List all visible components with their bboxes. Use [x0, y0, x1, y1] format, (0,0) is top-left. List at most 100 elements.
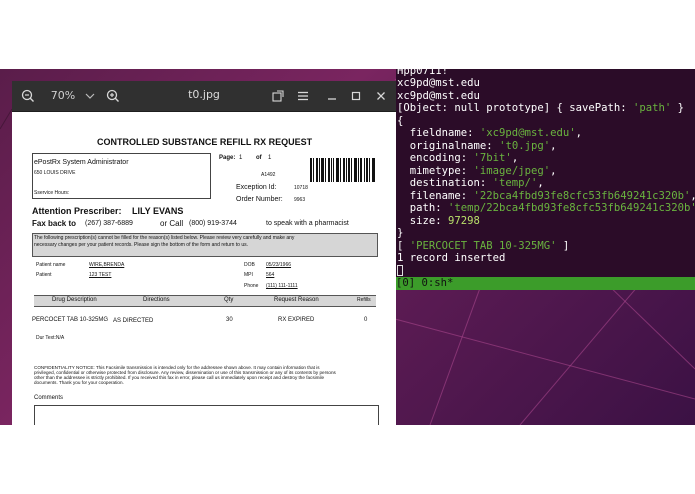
terminal-line: 1 record inserted [397, 252, 506, 264]
call-label: or Call [160, 219, 184, 228]
sender-hours: Sservice Hours: [34, 190, 70, 196]
terminal-line: } [397, 227, 404, 239]
chevron-down-icon [85, 93, 95, 99]
mpi-value: 564 [266, 272, 275, 278]
terminal-string: '7bit' [473, 152, 512, 164]
terminal-key: path: [397, 202, 449, 214]
hamburger-menu-icon [298, 91, 308, 101]
zoom-level[interactable]: 70% [48, 86, 78, 106]
terminal-text: [Object: null prototype] { savePath: [397, 102, 633, 114]
rotate-button[interactable] [270, 86, 286, 106]
prescriber-name: LILY EVANS [132, 206, 184, 216]
col-qty: Qty [224, 297, 234, 303]
minimize-icon [328, 98, 336, 100]
close-button[interactable] [373, 86, 389, 106]
col-request-reason: Request Reason [274, 297, 319, 303]
zoom-dropdown-button[interactable] [82, 86, 98, 106]
order-label: Order Number: [236, 196, 283, 203]
patient-label: Patient [36, 272, 52, 278]
terminal-line: size: 97298 [397, 215, 480, 227]
fax-number: (267) 387-6889 [85, 220, 133, 227]
rotate-icon [272, 90, 284, 102]
dob-value: 05/23/1966 [266, 262, 292, 268]
terminal-string: 't0.jpg' [499, 140, 551, 152]
menu-button[interactable] [295, 86, 311, 106]
zoom-out-icon [21, 89, 34, 102]
image-canvas[interactable]: CONTROLLED SUBSTANCE REFILL RX REQUEST e… [12, 112, 396, 425]
terminal-line: [ 'PERCOCET TAB 10-325MG' ] [397, 240, 569, 252]
page-total: 1 [268, 155, 272, 161]
col-refills: Refills [357, 297, 371, 303]
row-reason: RX EXPIRED [278, 317, 315, 323]
exception-id: 10718 [294, 185, 308, 191]
comments-label: Comments [34, 395, 64, 401]
terminal-line: path: 'temp/22bca4fbd93fe8cfc53fb649241c… [397, 202, 695, 214]
terminal-text: , [575, 127, 582, 139]
terminal-line: xc9pd@mst.edu [397, 90, 480, 102]
row-directions: AS DIRECTED [113, 318, 154, 324]
notice-line-1: The following prescription(s) cannot be … [34, 235, 295, 241]
page-number: 1 [239, 155, 243, 161]
terminal-cursor [397, 265, 403, 276]
col-drug-description: Drug Description [52, 297, 97, 303]
terminal-key: destination: [397, 177, 493, 189]
terminal-key: size: [397, 215, 449, 227]
exception-label: Exception Id: [236, 184, 277, 191]
tmux-status-bar[interactable]: [0] 0:sh* [396, 277, 695, 290]
close-icon [377, 92, 385, 100]
terminal-text: , [537, 177, 544, 189]
terminal-text: , [550, 165, 557, 177]
zoom-out-button[interactable] [20, 86, 36, 106]
screen: 70% t0.jpg CONTROLLED SUBSTANCE REFILL R… [0, 69, 695, 425]
speak-text: to speak with a pharmacist [266, 220, 349, 227]
terminal-string: 'xc9pd@mst.edu' [479, 127, 576, 139]
dur-text: Dur Text:N/A [36, 335, 65, 341]
order-number: 9963 [294, 197, 306, 203]
image-viewer-window: 70% t0.jpg CONTROLLED SUBSTANCE REFILL R… [12, 81, 396, 425]
comments-box [34, 405, 379, 425]
mpi-label: MPI [244, 272, 253, 278]
terminal-string: 'PERCOCET TAB 10-325MG' [409, 240, 557, 252]
patient-value: 123 TEST [89, 272, 112, 278]
maximize-icon [351, 91, 361, 101]
terminal-text: , [511, 152, 519, 164]
terminal-string: 'image/jpeg' [473, 165, 551, 177]
terminal-text: ] [556, 240, 570, 252]
row-refills: 0 [364, 317, 368, 323]
zoom-in-icon [106, 89, 119, 102]
viewer-headerbar: 70% t0.jpg [12, 81, 396, 112]
confidentiality-line-4: documents. Thank you for your cooperatio… [34, 380, 124, 385]
terminal-text: , [690, 190, 695, 202]
window-title: t0.jpg [188, 88, 220, 101]
maximize-button[interactable] [348, 86, 364, 106]
dob-label: DOB [244, 262, 255, 268]
zoom-in-button[interactable] [105, 86, 121, 106]
patient-name-label: Patient name [36, 262, 66, 268]
page-label: Page: [219, 155, 236, 161]
terminal-string: 'temp/22bca4fbd93fe8cfc53fb649241c320b' [448, 202, 695, 214]
terminal-line: encoding: '7bit', [397, 152, 518, 164]
minimize-button[interactable] [324, 86, 340, 106]
terminal-key: fieldname: [397, 127, 480, 139]
row-qty: 30 [226, 317, 233, 323]
sender-name: ePostRx System Administrator [34, 159, 129, 166]
of-label: of [256, 155, 262, 161]
form-code: A1492 [261, 172, 276, 178]
terminal-line: destination: 'temp/', [397, 177, 544, 189]
terminal-key: mimetype: [397, 165, 474, 177]
terminal-line: originalname: 't0.jpg', [397, 140, 557, 152]
terminal-line: filename: '22bca4fbd93fe8cfc53fb649241c3… [397, 190, 695, 202]
terminal-window[interactable]: Hpp0711! xc9pd@mst.edu xc9pd@mst.edu [Ob… [396, 69, 695, 425]
terminal-key: originalname: [397, 140, 500, 152]
notice-line-2: necessary changes per your patient recor… [34, 242, 249, 248]
terminal-string: '22bca4fbd93fe8cfc53fb649241c320b' [473, 190, 691, 202]
terminal-text: } [671, 102, 685, 114]
terminal-number: 97298 [448, 215, 480, 227]
document-heading: CONTROLLED SUBSTANCE REFILL RX REQUEST [97, 137, 313, 147]
phone-label: Phone [244, 283, 259, 289]
terminal-line: mimetype: 'image/jpeg', [397, 165, 557, 177]
barcode-image [310, 158, 375, 182]
terminal-line: { [397, 115, 404, 127]
phone-value: (111) 111-1111 [266, 283, 298, 289]
col-directions: Directions [143, 297, 170, 303]
